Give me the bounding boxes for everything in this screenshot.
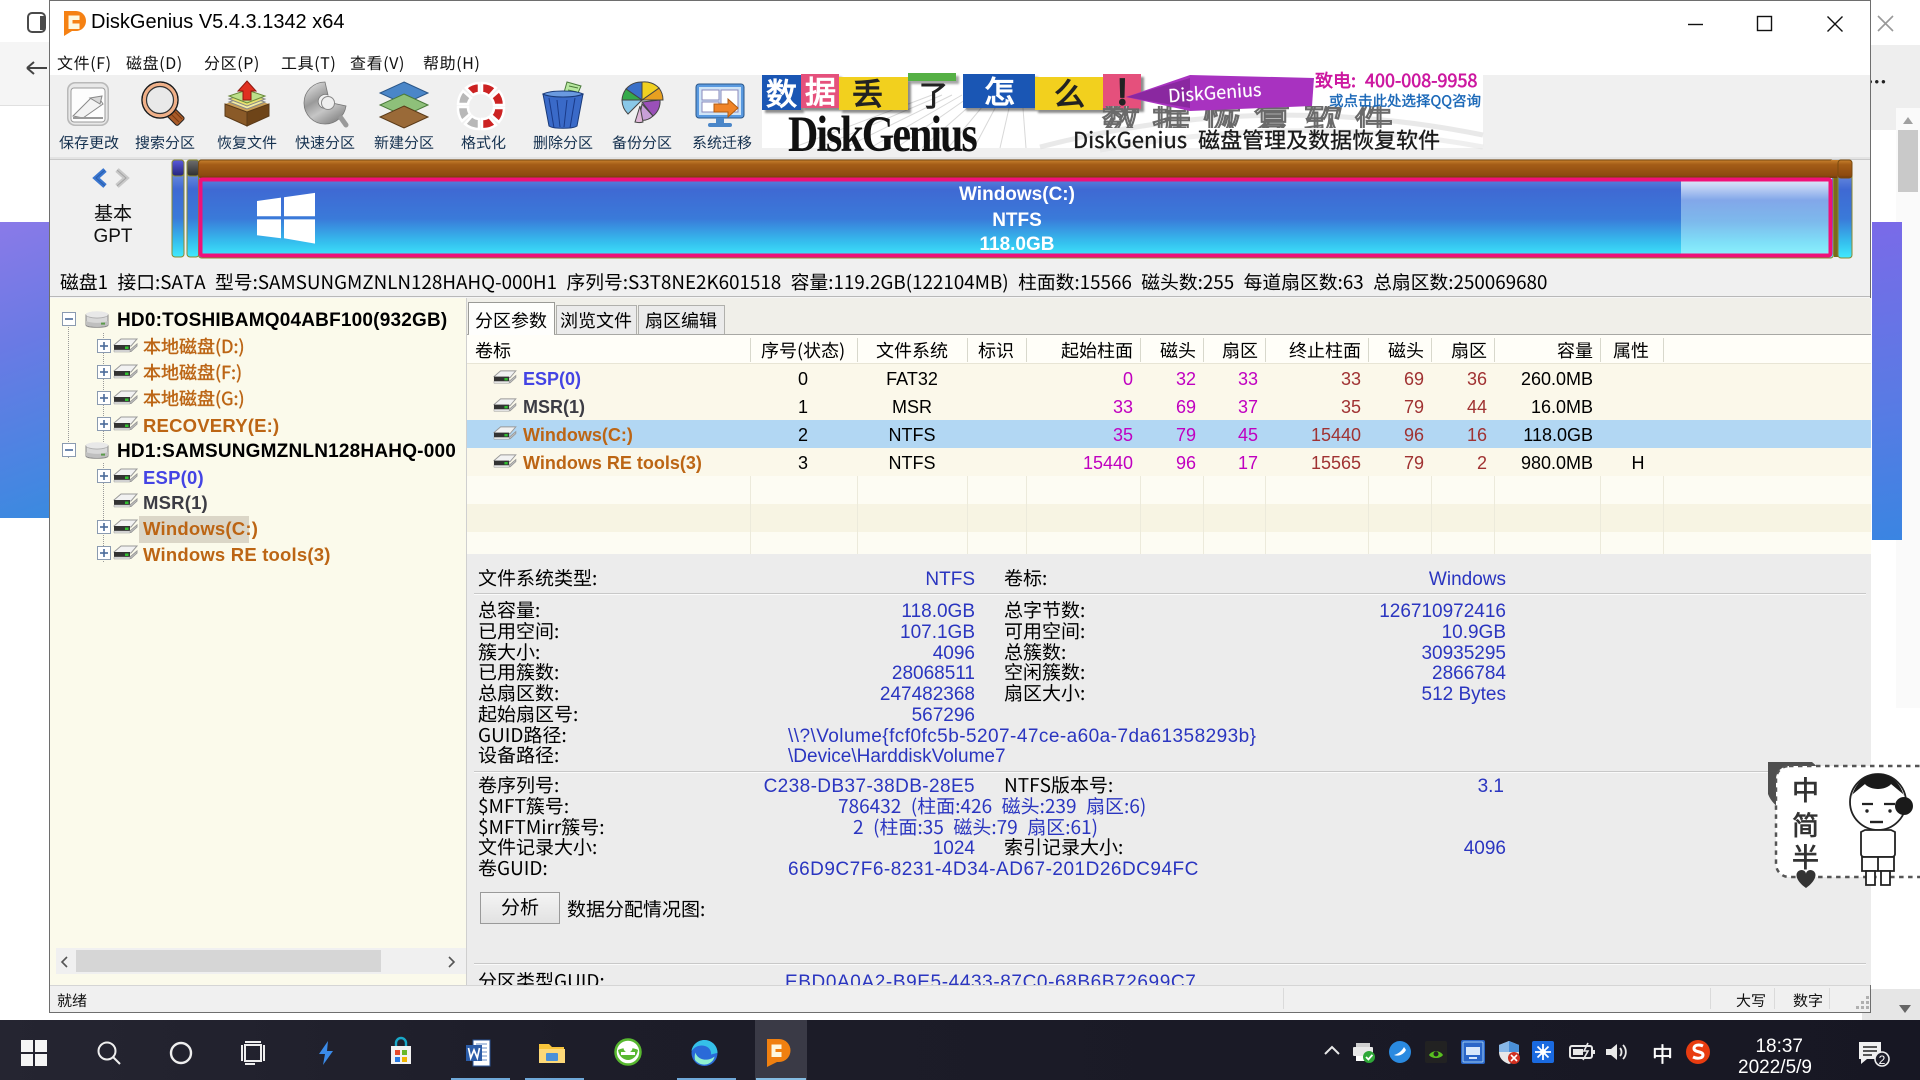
svg-text:2: 2 [1879,1053,1886,1067]
